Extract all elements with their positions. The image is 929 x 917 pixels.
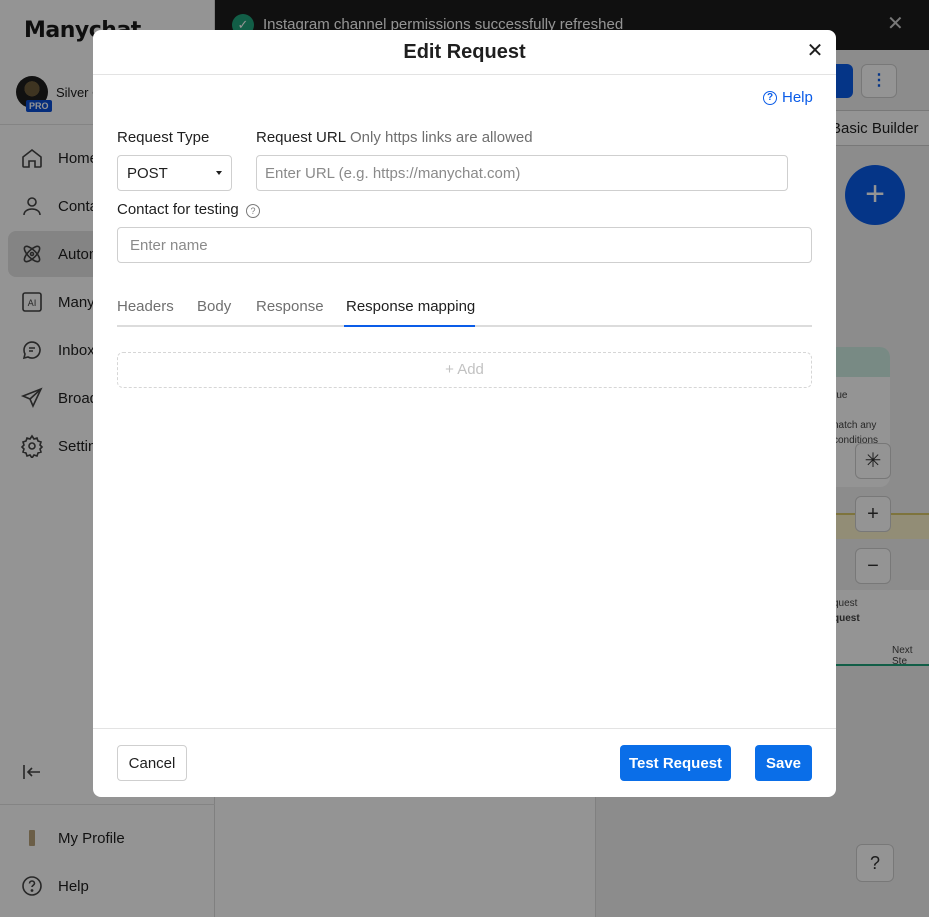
test-request-button[interactable]: Test Request [620,745,731,781]
tab-response-mapping[interactable]: Response mapping [346,298,475,315]
request-type-label: Request Type [117,129,210,146]
save-button[interactable]: Save [755,745,812,781]
question-icon[interactable]: ? [246,204,260,218]
tab-response[interactable]: Response [256,298,324,315]
dialog-title: Edit Request [403,41,526,63]
contact-for-testing-label: Contact for testing [117,201,239,218]
request-url-label: Request URL [256,129,347,146]
dialog-header: Edit Request ✕ [93,30,836,75]
cancel-button[interactable]: Cancel [117,745,187,781]
active-tab-indicator [344,325,475,327]
help-link[interactable]: ? Help [763,89,813,106]
request-type-value: POST [127,165,168,182]
request-tabs: Headers Body Response Response mapping [117,292,812,327]
help-label: Help [782,89,813,106]
caret-down-icon [216,171,222,175]
tab-headers[interactable]: Headers [117,298,174,315]
contact-name-input[interactable] [117,227,812,263]
edit-request-dialog: Edit Request ✕ ? Help Request Type Reque… [93,30,836,797]
dialog-footer: Cancel Test Request Save [93,728,836,797]
close-icon[interactable]: ✕ [805,41,825,62]
help-icon: ? [763,90,777,105]
request-url-hint: Only https links are allowed [350,129,533,146]
tab-body[interactable]: Body [197,298,231,315]
request-url-input[interactable] [256,155,788,191]
add-mapping-button[interactable]: + Add [117,352,812,388]
request-type-select[interactable]: POST [117,155,232,191]
